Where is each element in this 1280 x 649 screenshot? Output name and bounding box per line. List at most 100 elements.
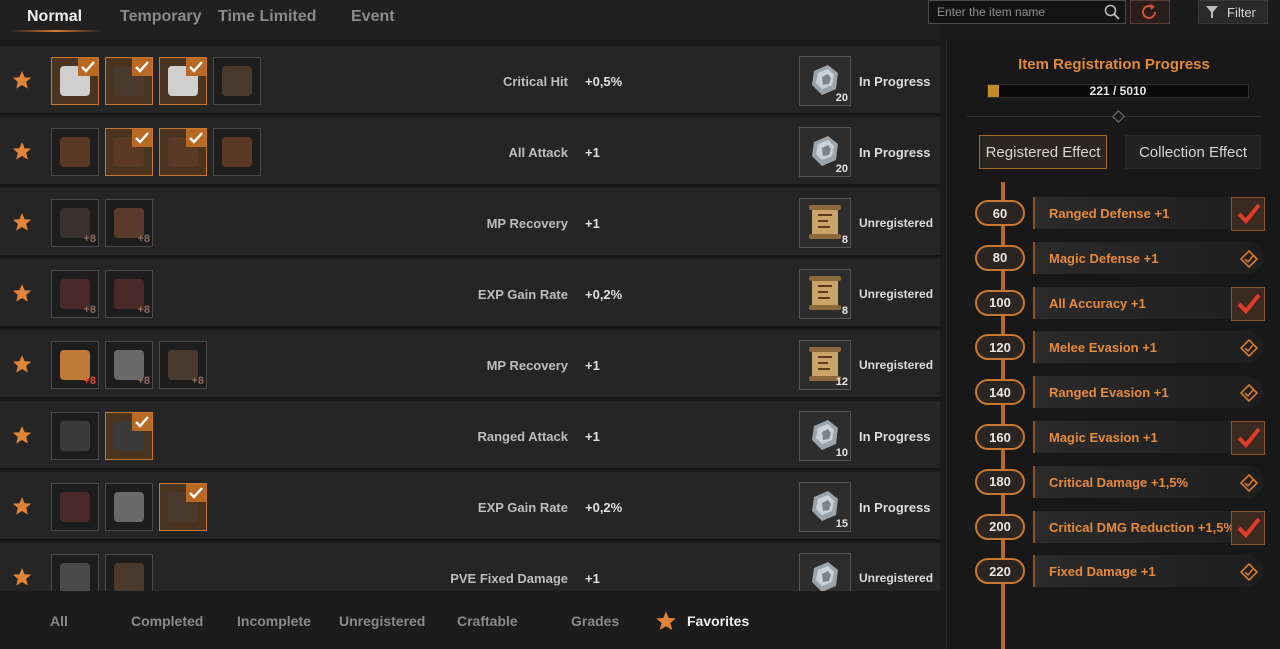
item-slot[interactable]: +8 [105, 199, 153, 247]
item-slot[interactable] [105, 128, 153, 176]
favorite-star-icon[interactable] [12, 283, 32, 303]
effect-label: Critical DMG Reduction +1,5% [1049, 519, 1236, 535]
favorite-star-icon[interactable] [12, 70, 32, 90]
search-icon[interactable] [1103, 3, 1121, 21]
reward-count: 20 [835, 163, 848, 175]
effect-label: Melee Evasion +1 [1049, 340, 1158, 356]
reward-slot[interactable]: 20 [799, 127, 851, 177]
item-slot[interactable]: +8 [105, 341, 153, 389]
tab-normal[interactable]: Normal [27, 8, 82, 26]
belt-icon [60, 137, 90, 167]
reward-count: 8 [841, 305, 848, 317]
filter-tab-all[interactable]: All [50, 613, 68, 629]
item-slot[interactable] [159, 128, 207, 176]
effect-label: Magic Defense +1 [1049, 250, 1159, 266]
collection-row[interactable]: +8 +8 MP Recovery +1 8 Unregistered [0, 188, 940, 257]
filter-tab-craftable[interactable]: Craftable [457, 613, 518, 629]
favorite-star-icon[interactable] [12, 141, 32, 161]
collection-row[interactable]: PVE Fixed Damage +1 Unregistered [0, 543, 940, 591]
milestone-effect[interactable]: Critical DMG Reduction +1,5% [1033, 510, 1265, 545]
reward-slot[interactable]: 8 [799, 198, 851, 248]
favorite-star-icon[interactable] [12, 354, 32, 374]
collection-row[interactable]: All Attack +1 20 In Progress [0, 117, 940, 186]
achieved-check [1231, 197, 1265, 231]
favorite-star-icon[interactable] [12, 425, 32, 445]
item-slot[interactable]: +8 [51, 270, 99, 318]
enhance-level: +8 [83, 375, 96, 387]
milestone-effect[interactable]: Magic Defense +1 [1033, 241, 1263, 274]
favorite-star-icon[interactable] [12, 212, 32, 232]
item-slot[interactable]: +8 [51, 341, 99, 389]
tab-temporary[interactable]: Temporary [120, 8, 202, 26]
tab-event[interactable]: Event [351, 8, 395, 26]
item-slot[interactable]: +8 [105, 270, 153, 318]
item-slot[interactable]: +8 [159, 341, 207, 389]
collection-row[interactable]: Critical Hit +0,5% 20 In Progress [0, 46, 940, 115]
item-slot[interactable] [51, 128, 99, 176]
achieved-check [1231, 286, 1265, 321]
reward-slot[interactable]: 20 [799, 56, 851, 106]
tab-collection-effect[interactable]: Collection Effect [1125, 135, 1261, 169]
item-slot[interactable] [51, 412, 99, 460]
filter-tab-incomplete[interactable]: Incomplete [237, 613, 311, 629]
milestone-level: 120 [975, 334, 1025, 361]
top-tab-bar: Normal Temporary Time Limited Event [0, 0, 940, 40]
item-slot[interactable] [213, 57, 261, 105]
item-slot[interactable] [51, 554, 99, 591]
bow-icon [60, 421, 90, 451]
milestone-level: 100 [975, 289, 1025, 316]
filter-tab-completed[interactable]: Completed [131, 613, 203, 629]
tab-registered-effect[interactable]: Registered Effect [979, 135, 1107, 169]
reward-slot[interactable] [799, 553, 851, 591]
stat-value: +1 [585, 145, 600, 160]
milestone-effect[interactable]: Magic Evasion +1 [1033, 421, 1265, 455]
collection-row[interactable]: +8 +8 EXP Gain Rate +0,2% 8 Unregistered [0, 259, 940, 328]
filter-button[interactable]: Filter [1198, 0, 1268, 24]
belt-icon [222, 137, 252, 167]
collection-row[interactable]: EXP Gain Rate +0,2% 15 In Progress [0, 472, 940, 541]
tab-time-limited[interactable]: Time Limited [218, 8, 316, 26]
item-slot[interactable] [105, 554, 153, 591]
reward-count: 20 [835, 92, 848, 104]
reward-slot[interactable]: 15 [799, 482, 851, 532]
filter-tab-unregistered[interactable]: Unregistered [339, 613, 425, 629]
collection-row[interactable]: Ranged Attack +1 10 In Progress [0, 401, 940, 470]
reward-slot[interactable]: 12 [799, 340, 851, 390]
checkmark-icon [132, 413, 152, 431]
effect-label: Magic Evasion +1 [1049, 430, 1158, 445]
item-slot[interactable] [213, 128, 261, 176]
diamond-check-icon [1239, 249, 1259, 268]
milestone-effect[interactable]: All Accuracy +1 [1033, 286, 1265, 321]
item-slot[interactable] [51, 483, 99, 531]
search-box [928, 0, 1126, 24]
reward-count: 10 [835, 447, 848, 459]
item-slot[interactable] [51, 57, 99, 105]
favorite-star-icon[interactable] [12, 496, 32, 516]
milestone-effect[interactable]: Critical Damage +1,5% [1033, 465, 1263, 498]
refresh-button[interactable] [1130, 0, 1170, 24]
checkmark-icon [78, 58, 98, 76]
search-input[interactable] [929, 1, 1099, 23]
favorite-star-icon[interactable] [12, 567, 32, 587]
status-label: In Progress [859, 74, 931, 89]
milestone-effect[interactable]: Ranged Defense +1 [1033, 197, 1265, 231]
milestone-effect[interactable]: Melee Evasion +1 [1033, 331, 1263, 364]
item-slot[interactable] [105, 57, 153, 105]
item-slot[interactable]: +8 [51, 199, 99, 247]
item-slot[interactable] [105, 483, 153, 531]
milestone-effect[interactable]: Fixed Damage +1 [1033, 555, 1263, 588]
checkmark-icon [132, 58, 152, 76]
item-slot[interactable] [159, 57, 207, 105]
effect-label: Ranged Evasion +1 [1049, 385, 1169, 401]
milestone-effect[interactable]: Ranged Evasion +1 [1033, 376, 1263, 409]
collection-row[interactable]: +8 +8 +8 MP Recovery +1 12 Unregistered [0, 330, 940, 399]
reward-slot[interactable]: 10 [799, 411, 851, 461]
item-slot[interactable] [105, 412, 153, 460]
progress-text: 221 / 5010 [1089, 84, 1147, 98]
filter-tab-grades[interactable]: Grades [571, 613, 619, 629]
filter-tab-favorites[interactable]: Favorites [687, 613, 749, 629]
status-label: In Progress [859, 429, 931, 444]
reward-slot[interactable]: 8 [799, 269, 851, 319]
item-slot[interactable] [159, 483, 207, 531]
bottom-filter-bar: All Completed Incomplete Unregistered Cr… [0, 591, 940, 649]
